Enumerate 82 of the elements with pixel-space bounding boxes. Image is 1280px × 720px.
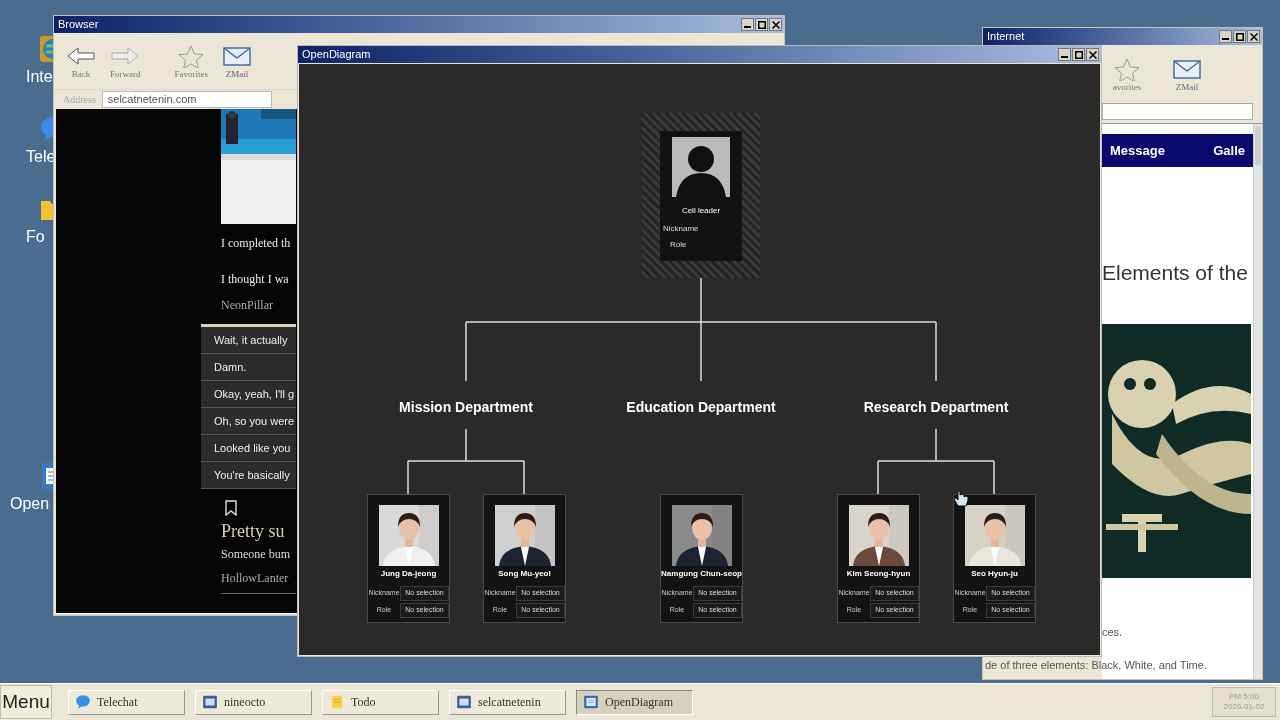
- diagram-window-icon: [583, 694, 599, 710]
- minimize-button[interactable]: [1058, 48, 1071, 61]
- toolbar-button[interactable]: Forward: [110, 43, 141, 79]
- note-icon: [329, 694, 345, 710]
- clock-date: 2026-01-02: [1223, 703, 1265, 711]
- desktop-icon-label[interactable]: Fo: [26, 229, 45, 245]
- chat-bubble-icon: [39, 115, 53, 143]
- close-icon: [1088, 50, 1097, 59]
- toolbar-button[interactable]: Favorites: [174, 43, 208, 79]
- reply-item[interactable]: You're basically: [201, 462, 296, 489]
- hand-cursor-icon: [953, 490, 969, 508]
- toolbar-button[interactable]: ZMail: [222, 43, 252, 79]
- member-name: Kim Seong-hyun: [846, 570, 911, 578]
- clock-time: PM 5:00: [1229, 693, 1259, 701]
- app-window-icon: [202, 694, 218, 710]
- maximize-button[interactable]: [1233, 30, 1246, 43]
- close-button[interactable]: [1086, 48, 1099, 61]
- maximize-button[interactable]: [755, 18, 768, 31]
- field-label: Nickname: [663, 225, 700, 233]
- reply-item[interactable]: Oh, so you were: [201, 408, 296, 435]
- close-icon: [1249, 32, 1258, 41]
- page-text: ces.: [1102, 624, 1124, 640]
- leader-title: Cell leader: [681, 207, 721, 215]
- window-title: Internet: [987, 31, 1025, 42]
- nav-link[interactable]: Galle: [1213, 140, 1245, 161]
- address-field[interactable]: selcatnetenin.com: [101, 91, 272, 108]
- post-text: Someone bum: [221, 545, 291, 563]
- author-name: HollowLanter: [221, 568, 296, 594]
- member-name: Jung Da-jeong: [380, 570, 437, 578]
- page-text: de of three elements: Black, White, and Time.: [985, 658, 1208, 673]
- nav-link[interactable]: Message: [1110, 140, 1165, 161]
- department-title: Research Department: [863, 398, 1009, 417]
- member-name: Song Mu-yeol: [498, 570, 551, 578]
- field-label: Role: [670, 241, 688, 249]
- chat-bubble-icon: [75, 694, 91, 710]
- star-icon: [1112, 56, 1142, 81]
- maximize-icon: [1074, 50, 1083, 59]
- close-icon: [771, 20, 780, 29]
- close-button[interactable]: [1247, 30, 1260, 43]
- minimize-icon: [1061, 56, 1068, 58]
- member-name: Seo Hyun-ju: [971, 570, 1018, 578]
- department-title: Mission Department: [399, 398, 533, 417]
- post-text: I completed th: [221, 235, 292, 252]
- taskbar-button[interactable]: nineocto: [195, 689, 312, 715]
- post-title[interactable]: Pretty su: [221, 520, 296, 543]
- address-label: Address: [63, 93, 96, 107]
- toolbar-button[interactable]: ZMail: [1172, 56, 1202, 92]
- department-title: Education Department: [626, 398, 776, 417]
- taskbar-button[interactable]: OpenDiagram: [576, 689, 693, 715]
- taskbar-button[interactable]: selcatnetenin: [449, 689, 566, 715]
- minimize-button[interactable]: [1219, 30, 1232, 43]
- page-heading: Elements of the: [1102, 260, 1249, 286]
- toolbar-button[interactable]: avorites: [1112, 56, 1142, 92]
- window-title: Browser: [58, 19, 99, 30]
- taskbar-button[interactable]: Telechat: [68, 689, 185, 715]
- toolbar-button[interactable]: Back: [66, 43, 96, 79]
- post-text: I thought I wa: [221, 271, 290, 288]
- reply-item[interactable]: Looked like you: [201, 435, 296, 462]
- reply-item[interactable]: Wait, it actually: [201, 327, 296, 354]
- maximize-icon: [1235, 32, 1244, 41]
- scrollbar-thumb[interactable]: [1255, 126, 1261, 166]
- minimize-button[interactable]: [741, 18, 754, 31]
- address-field[interactable]: [1102, 103, 1253, 120]
- start-menu-button[interactable]: Menu: [0, 685, 52, 719]
- desktop-icon-label[interactable]: Inte: [26, 69, 53, 85]
- desktop-icon-label[interactable]: Open: [10, 496, 50, 512]
- leader-card[interactable]: Cell leader Nickname Role: [642, 113, 760, 278]
- maximize-button[interactable]: [1072, 48, 1085, 61]
- globe-icon: [39, 35, 53, 63]
- close-button[interactable]: [769, 18, 782, 31]
- member-name: Namgung Chun-seop: [661, 570, 742, 578]
- minimize-icon: [1222, 38, 1229, 40]
- maximize-icon: [757, 20, 766, 29]
- taskbar-button[interactable]: Todo: [322, 689, 439, 715]
- minimize-icon: [744, 26, 751, 28]
- reply-item[interactable]: Damn.: [201, 354, 296, 381]
- window-title: OpenDiagram: [302, 49, 371, 60]
- bookmark-icon: [224, 500, 238, 516]
- app-window-icon: [456, 694, 472, 710]
- scrollbar[interactable]: [1253, 124, 1262, 679]
- reply-item[interactable]: Okay, yeah, I'll g: [201, 381, 296, 408]
- author-name: NeonPillar: [221, 297, 274, 314]
